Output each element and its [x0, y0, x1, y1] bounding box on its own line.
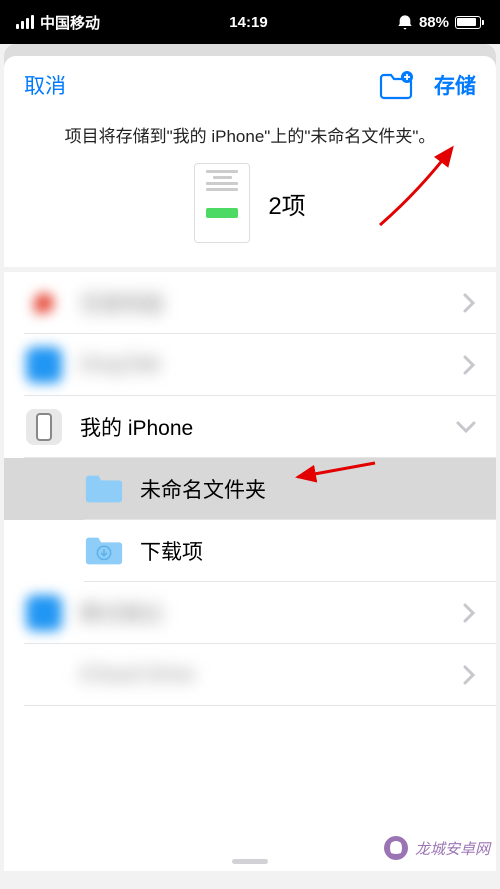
location-label: iCloud Drive	[80, 663, 462, 687]
battery-icon	[455, 16, 484, 29]
clock-label: 14:19	[229, 14, 267, 31]
location-label: 未命名文件夹	[140, 474, 476, 504]
app-icon	[26, 285, 62, 321]
watermark: 龙城安卓网	[383, 835, 490, 861]
app-icon	[26, 347, 62, 383]
chevron-right-icon	[462, 293, 476, 313]
list-item[interactable]: 百度网盘	[4, 272, 496, 334]
list-item-unnamed-folder[interactable]: 未命名文件夹	[4, 458, 496, 520]
location-label: 我的 iPhone	[80, 412, 456, 442]
folder-download-icon	[84, 534, 124, 568]
battery-percent-label: 88%	[419, 14, 449, 31]
list-item-downloads[interactable]: 下载项	[4, 520, 496, 582]
location-label: 百度网盘	[80, 288, 462, 318]
location-label: 腾讯微云	[80, 598, 462, 628]
new-folder-icon[interactable]	[378, 70, 414, 100]
status-bar: 中国移动 14:19 88%	[0, 0, 500, 44]
app-icon	[26, 657, 62, 693]
signal-icon	[16, 15, 34, 29]
list-item[interactable]: 腾讯微云	[4, 582, 496, 644]
chevron-right-icon	[462, 603, 476, 623]
app-icon	[26, 595, 62, 631]
preview-area: 2项	[4, 155, 496, 267]
chevron-right-icon	[462, 355, 476, 375]
folder-icon	[84, 472, 124, 506]
watermark-icon	[383, 835, 409, 861]
watermark-text: 龙城安卓网	[415, 838, 490, 859]
iphone-icon	[26, 409, 62, 445]
location-label: DingTalk	[80, 353, 462, 377]
list-item[interactable]: DingTalk	[4, 334, 496, 396]
list-item[interactable]: iCloud Drive	[4, 644, 496, 706]
save-button[interactable]: 存储	[434, 70, 476, 100]
chevron-down-icon	[456, 420, 476, 434]
list-item-my-iphone[interactable]: 我的 iPhone	[4, 396, 496, 458]
save-info-text: 项目将存储到"我的 iPhone"上的"未命名文件夹"。	[4, 110, 496, 155]
carrier-label: 中国移动	[40, 12, 100, 33]
alarm-icon	[397, 14, 413, 30]
item-count-label: 2项	[268, 186, 305, 221]
location-list: 百度网盘 DingTalk 我的 iPhone 未命名文件夹 下载项	[4, 272, 496, 851]
save-sheet: 取消 存储 项目将存储到"我的 iPhone"上的"未命名文件夹"。 2项 百度…	[4, 56, 496, 871]
cancel-button[interactable]: 取消	[24, 70, 66, 100]
preview-thumbnail	[194, 163, 250, 243]
location-label: 下载项	[140, 536, 476, 566]
chevron-right-icon	[462, 665, 476, 685]
